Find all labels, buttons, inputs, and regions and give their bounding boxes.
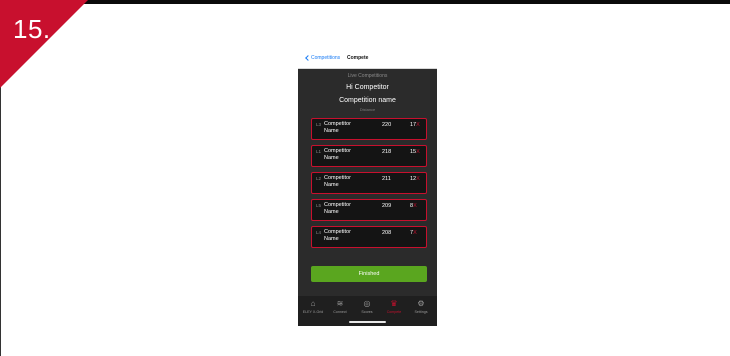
live-competitions-label: Live Competitions <box>347 73 388 79</box>
distance-label: Distance <box>359 107 376 112</box>
tab-connect[interactable]: ≋ Connect <box>328 299 352 314</box>
tab-label: Scores <box>361 310 373 314</box>
target-icon: ◎ <box>363 299 371 308</box>
tab-compete[interactable]: ♛ Compete <box>382 299 406 314</box>
competitor-score: 218 <box>382 149 392 155</box>
trophy-icon: ♛ <box>390 299 398 308</box>
tab-label: Settings <box>414 310 428 314</box>
lane-label: L2 <box>316 176 322 181</box>
competition-name: Competition name <box>339 97 396 104</box>
competitor-name: Competitor Name <box>324 202 351 215</box>
competitor-score: 211 <box>382 176 391 182</box>
x-count: 8X <box>410 203 417 209</box>
finished-button[interactable]: Finished <box>311 266 427 282</box>
competitor-name: Competitor Name <box>324 175 351 188</box>
competitor-score: 220 <box>382 122 392 128</box>
tab-eley-x-grid[interactable]: ⌂ ELEY X-Grid <box>301 299 325 314</box>
x-count: 17X <box>410 122 420 128</box>
competitor-card[interactable]: L3 Competitor Name 220 17X <box>311 118 427 140</box>
lane-label: L3 <box>316 122 322 127</box>
back-button[interactable]: Competitions <box>311 55 340 61</box>
tab-label: Connect <box>333 310 347 314</box>
competitor-card[interactable]: L2 Competitor Name 211 12X <box>311 172 427 194</box>
competitor-card[interactable]: L5 Competitor Name 209 8X <box>311 199 427 221</box>
competitor-card[interactable]: L1 Competitor Name 218 15X <box>311 145 427 167</box>
wifi-icon: ≋ <box>336 299 344 308</box>
competitor-score: 209 <box>382 203 392 209</box>
competitor-name: Competitor Name <box>324 148 351 161</box>
tab-scores[interactable]: ◎ Scores <box>355 299 379 314</box>
competitor-name: Competitor Name <box>324 229 351 242</box>
competitor-name: Competitor Name <box>324 121 351 134</box>
chevron-left-icon[interactable] <box>305 55 311 61</box>
lane-label: L1 <box>316 149 322 154</box>
phone-screen: Competitions Compete Live Competitions H… <box>298 49 437 326</box>
competitor-score: 208 <box>382 230 392 236</box>
step-number: 15. <box>13 14 51 44</box>
tab-label: ELEY X-Grid <box>302 310 324 314</box>
top-border <box>0 0 730 4</box>
greeting: Hi Competitor <box>346 84 389 91</box>
lane-label: L5 <box>316 203 322 208</box>
competitor-card[interactable]: L4 Competitor Name 208 7X <box>311 226 427 248</box>
nav-title: Compete <box>347 55 369 61</box>
gear-icon: ⚙ <box>417 299 425 308</box>
tab-settings[interactable]: ⚙ Settings <box>409 299 433 314</box>
home-icon: ⌂ <box>310 299 316 308</box>
x-count: 7X <box>410 230 417 236</box>
tab-label: Compete <box>386 310 402 314</box>
lane-label: L4 <box>316 230 322 235</box>
nav-bar: Competitions Compete <box>298 49 437 69</box>
x-count: 15X <box>410 149 420 155</box>
home-indicator <box>349 321 386 323</box>
x-count: 12X <box>410 176 420 182</box>
